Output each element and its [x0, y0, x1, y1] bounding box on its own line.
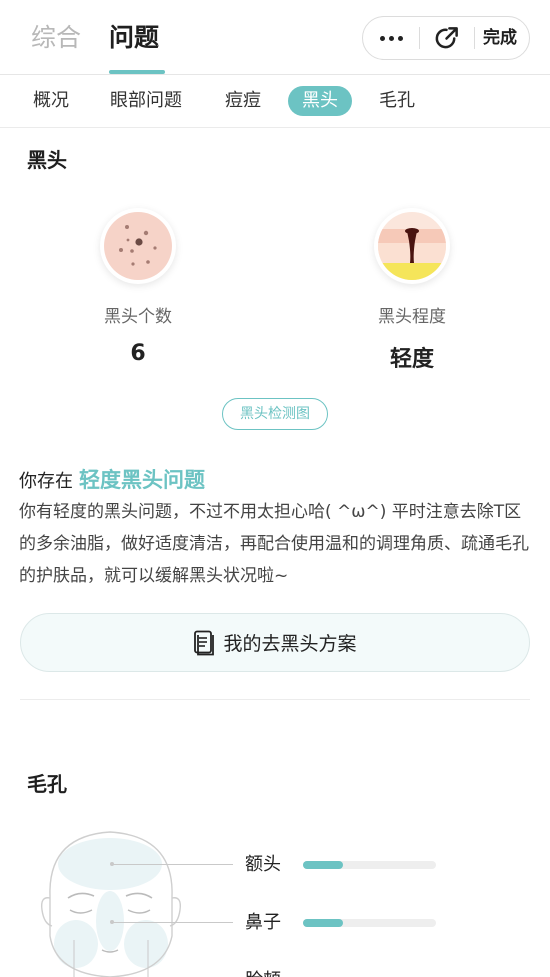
pore-bar-fill — [303, 861, 343, 869]
pore-label-nose: 鼻子 — [245, 912, 281, 933]
capsule-divider — [419, 27, 420, 49]
nose-leader-line — [112, 922, 233, 923]
blackhead-count-value: 6 — [130, 341, 146, 366]
subtab-pores[interactable]: 毛孔 — [379, 88, 415, 114]
capsule-divider — [474, 27, 475, 49]
pore-bar-track — [303, 861, 436, 869]
pores-section-title: 毛孔 — [27, 772, 67, 796]
active-tab-indicator — [109, 70, 165, 74]
subtab-acne[interactable]: 痘痘 — [225, 88, 261, 114]
subtab-overview[interactable]: 概况 — [33, 88, 69, 114]
blackhead-diagnosis: 你存在 轻度黑头问题 — [19, 464, 205, 494]
section-divider — [20, 699, 530, 700]
pore-row-cheek: 脸颊 — [245, 966, 445, 977]
blackhead-plan-button[interactable]: 我的去黑头方案 — [20, 613, 530, 672]
share-arrow-icon[interactable] — [433, 25, 460, 52]
diagnosis-prefix: 你存在 — [19, 471, 73, 492]
more-dots-icon[interactable] — [363, 17, 419, 59]
forehead-leader-line — [112, 864, 233, 865]
document-icon — [194, 630, 215, 655]
pore-bar-track — [303, 919, 436, 927]
blackhead-count-label: 黑头个数 — [104, 307, 172, 327]
tab-problems[interactable]: 问题 — [109, 20, 159, 56]
mini-program-capsule: 完成 — [362, 16, 530, 60]
subtab-eye-problems[interactable]: 眼部问题 — [110, 88, 182, 114]
tab-overview[interactable]: 综合 — [31, 20, 81, 56]
done-button[interactable]: 完成 — [483, 17, 517, 59]
pore-label-forehead: 额头 — [245, 854, 281, 875]
face-diagram-icon — [40, 831, 182, 977]
blackhead-plan-label: 我的去黑头方案 — [223, 633, 357, 655]
pore-row-forehead: 额头 — [245, 850, 445, 880]
diagnosis-highlight: 轻度黑头问题 — [79, 468, 205, 492]
sub-tab-bar: 概况 眼部问题 痘痘 黑头 毛孔 — [0, 75, 550, 128]
pore-bar-fill — [303, 919, 343, 927]
pore-cross-section-icon — [374, 208, 450, 284]
top-header: 综合 问题 完成 — [0, 0, 550, 75]
blackhead-degree-label: 黑头程度 — [378, 307, 446, 327]
blackhead-degree-card: 黑头程度 轻度 — [322, 208, 502, 373]
pore-row-nose: 鼻子 — [245, 908, 445, 938]
skin-spots-icon — [100, 208, 176, 284]
subtab-blackheads[interactable]: 黑头 — [288, 86, 352, 116]
blackhead-section-title: 黑头 — [27, 148, 67, 172]
blackhead-description: 你有轻度的黑头问题，不过不用太担心哈( ^ω^) 平时注意去除T区的多余油脂，做… — [19, 502, 529, 586]
blackhead-degree-value: 轻度 — [389, 347, 434, 372]
blackhead-count-card: 黑头个数 6 — [48, 208, 228, 366]
blackhead-detection-map-button[interactable]: 黑头检测图 — [222, 398, 328, 430]
pore-label-cheek: 脸颊 — [245, 966, 281, 977]
